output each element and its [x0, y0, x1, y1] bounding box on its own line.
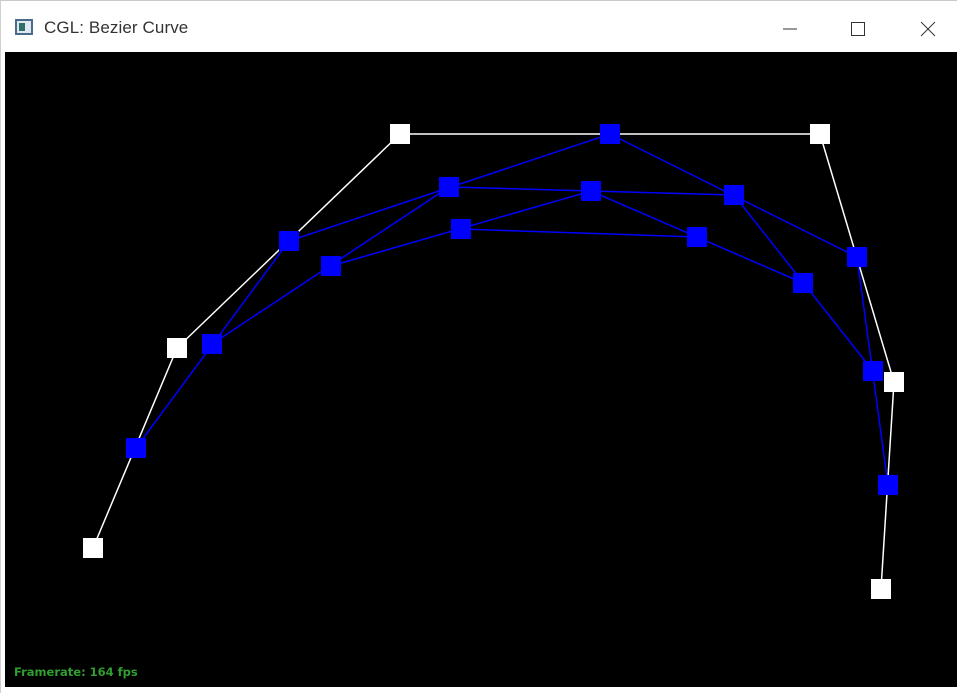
control-point-handle[interactable]: [810, 124, 830, 144]
control-point-handle[interactable]: [167, 338, 187, 358]
construction-point: [863, 361, 883, 381]
construction-point: [279, 231, 299, 251]
gl-canvas[interactable]: Framerate: 164 fps: [5, 52, 957, 687]
title-bar[interactable]: CGL: Bezier Curve: [1, 0, 957, 52]
construction-point: [321, 256, 341, 276]
construction-line-level4: [460, 228, 698, 238]
construction-point: [126, 438, 146, 458]
window-title: CGL: Bezier Curve: [44, 18, 189, 37]
control-point-handle[interactable]: [871, 579, 891, 599]
control-polygon-line: [92, 133, 895, 590]
construction-point: [878, 475, 898, 495]
control-point-handle[interactable]: [83, 538, 103, 558]
minimize-icon: [783, 28, 797, 30]
construction-point: [581, 181, 601, 201]
bezier-scene: [83, 124, 904, 599]
construction-point: [202, 334, 222, 354]
construction-point: [451, 219, 471, 239]
construction-point: [793, 273, 813, 293]
construction-line-level1: [135, 133, 889, 486]
bottom-strip: [1, 687, 957, 693]
construction-point: [724, 185, 744, 205]
maximize-icon: [851, 22, 865, 36]
control-point-handle[interactable]: [884, 372, 904, 392]
close-button[interactable]: [898, 5, 957, 51]
app-window-icon: [15, 19, 33, 35]
construction-point: [600, 124, 620, 144]
construction-point: [687, 227, 707, 247]
close-icon: [920, 21, 936, 37]
construction-point: [847, 247, 867, 267]
application-window: CGL: Bezier Curve Framerate: 164 fps: [0, 0, 957, 693]
maximize-button[interactable]: [829, 5, 889, 51]
framerate-label: Framerate: 164 fps: [14, 665, 138, 679]
minimize-button[interactable]: [761, 5, 821, 51]
construction-line-level2: [211, 186, 874, 372]
control-point-handle[interactable]: [390, 124, 410, 144]
construction-point: [439, 177, 459, 197]
